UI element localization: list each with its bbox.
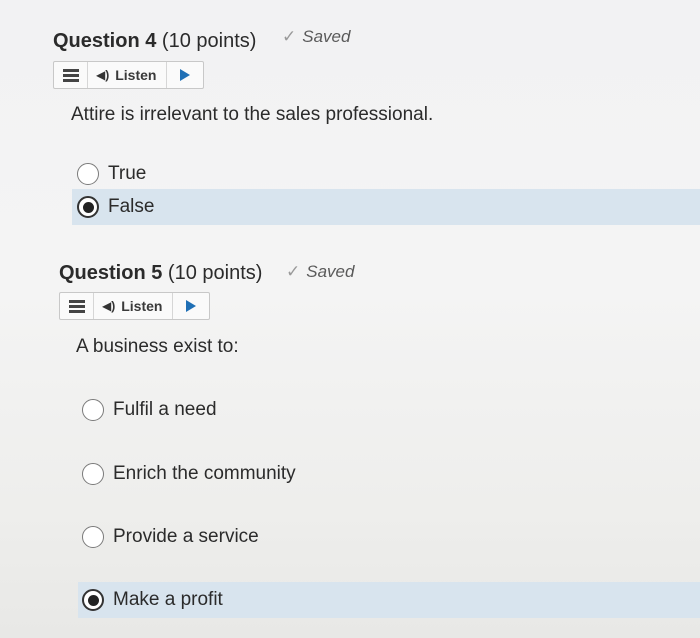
listen-button[interactable]: ◀) Listen	[94, 293, 174, 319]
option-label: Make a profit	[113, 589, 223, 610]
option-label: Provide a service	[113, 526, 259, 547]
listen-toolbar: ◀) Listen	[59, 292, 211, 320]
option-false[interactable]: False	[72, 189, 700, 225]
play-icon	[186, 300, 197, 312]
checkmark-icon: ✓	[286, 262, 301, 281]
question-points: (10 points)	[167, 262, 263, 284]
saved-status: ✓ Saved	[282, 27, 350, 47]
play-button[interactable]	[173, 293, 209, 319]
question-prompt: A business exist to:	[76, 336, 239, 357]
question-points: (10 points)	[161, 30, 257, 52]
listen-toolbar: ◀) Listen	[53, 61, 205, 89]
option-label: Enrich the community	[113, 463, 296, 484]
menu-button[interactable]	[54, 62, 88, 88]
listen-button[interactable]: ◀) Listen	[88, 62, 168, 88]
option-label: True	[108, 163, 147, 184]
listen-label: Listen	[115, 67, 157, 83]
question-number: Question 5	[59, 262, 163, 284]
saved-label: Saved	[306, 262, 355, 281]
radio-button[interactable]	[82, 399, 104, 421]
checkmark-icon: ✓	[282, 27, 297, 46]
question-prompt: Attire is irrelevant to the sales profes…	[71, 104, 434, 125]
question-number: Question 4	[53, 30, 157, 52]
play-button[interactable]	[167, 62, 203, 88]
radio-button-selected[interactable]	[77, 196, 99, 218]
option-enrich-the-community[interactable]: Enrich the community	[82, 456, 582, 492]
radio-button[interactable]	[82, 463, 104, 485]
speaker-icon: ◀)	[96, 68, 110, 82]
option-label: False	[108, 196, 155, 217]
saved-label: Saved	[302, 27, 351, 46]
saved-status: ✓ Saved	[286, 262, 354, 282]
radio-button-selected[interactable]	[82, 589, 104, 611]
menu-button[interactable]	[60, 293, 94, 319]
question-title: Question 4 (10 points)	[53, 30, 256, 53]
radio-button[interactable]	[77, 163, 99, 185]
radio-button[interactable]	[82, 526, 104, 548]
speaker-icon: ◀)	[102, 299, 116, 313]
option-true[interactable]: True	[77, 156, 700, 192]
option-fulfil-a-need[interactable]: Fulfil a need	[82, 392, 582, 428]
hamburger-menu-icon	[68, 298, 85, 315]
option-make-a-profit[interactable]: Make a profit	[78, 582, 700, 618]
play-icon	[180, 69, 191, 81]
question-title: Question 5 (10 points)	[59, 262, 262, 285]
hamburger-menu-icon	[62, 67, 79, 84]
option-provide-a-service[interactable]: Provide a service	[82, 519, 582, 555]
listen-label: Listen	[121, 298, 163, 314]
option-label: Fulfil a need	[113, 399, 217, 420]
